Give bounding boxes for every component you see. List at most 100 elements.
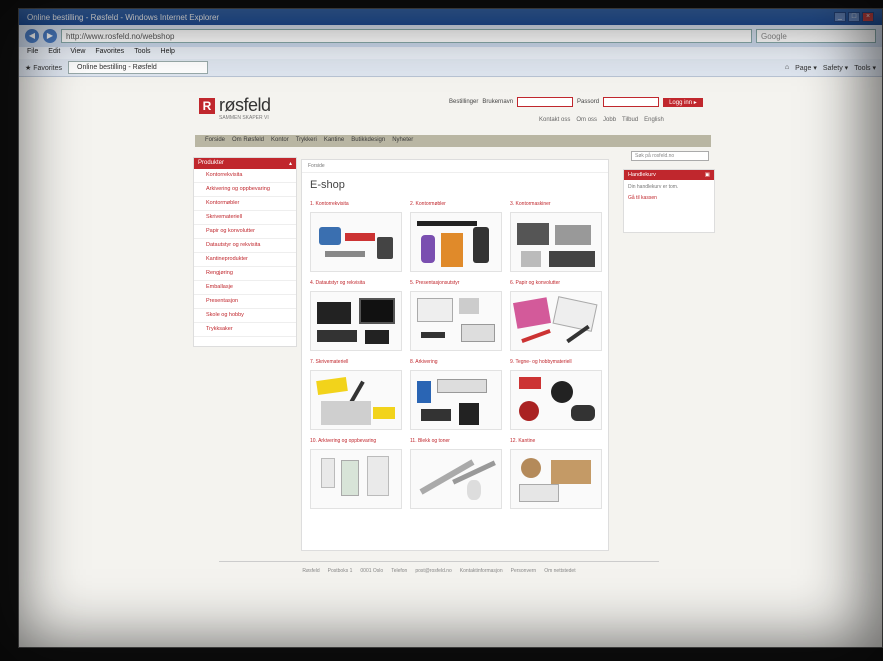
browser-tab[interactable]: Online bestilling - Røsfeld <box>68 61 209 74</box>
sidebar-item[interactable]: Papir og konvolutter <box>194 225 296 239</box>
sidebar-item[interactable]: Kontorrekvisita <box>194 169 296 183</box>
category-tile[interactable]: 5. Presentasjonsutstyr <box>410 280 502 351</box>
sidebar-item[interactable]: Skole og hobby <box>194 309 296 323</box>
toplink-contact[interactable]: Kontakt oss <box>539 117 570 123</box>
category-label[interactable]: 2. Kontormøbler <box>410 201 502 210</box>
sidebar-title: Produkter <box>198 160 225 166</box>
toplink-jobs[interactable]: Jobb <box>603 117 616 123</box>
nav-item[interactable]: Om Røsfeld <box>232 137 264 145</box>
maximize-button[interactable]: □ <box>848 12 860 22</box>
tool-page[interactable]: Page ▾ <box>795 64 817 72</box>
category-label[interactable]: 5. Presentasjonsutstyr <box>410 280 502 289</box>
collapse-icon[interactable]: ▴ <box>289 160 292 167</box>
category-label[interactable]: 10. Arkivering og oppbevaring <box>310 438 402 447</box>
category-label[interactable]: 1. Kontorrekvisita <box>310 201 402 210</box>
nav-item[interactable]: Kontor <box>271 137 289 145</box>
category-image[interactable] <box>310 449 402 509</box>
category-tile[interactable]: 11. Blekk og toner <box>410 438 502 509</box>
favorites-button[interactable]: ★ Favorites <box>25 64 62 72</box>
category-label[interactable]: 3. Kontormaskiner <box>510 201 602 210</box>
footer-link[interactable]: post@rosfeld.no <box>415 568 451 574</box>
menu-view[interactable]: View <box>70 48 85 58</box>
category-label[interactable]: 12. Kantine <box>510 438 602 447</box>
sidebar-item[interactable]: Kantineprodukter <box>194 253 296 267</box>
menu-file[interactable]: File <box>27 48 38 58</box>
footer-item: 0001 Oslo <box>360 568 384 574</box>
breadcrumb[interactable]: Forside <box>302 160 608 173</box>
footer-link[interactable]: Personvern <box>511 568 537 574</box>
forward-icon[interactable]: ▶ <box>43 29 57 43</box>
category-tile[interactable]: 10. Arkivering og oppbevaring <box>310 438 402 509</box>
category-label[interactable]: 4. Datautstyr og rekvisita <box>310 280 402 289</box>
nav-item[interactable]: Butikkdesign <box>351 137 385 145</box>
category-image[interactable] <box>410 370 502 430</box>
product-sidebar: Produkter ▴ Kontorrekvisita Arkivering o… <box>193 157 297 347</box>
sidebar-item[interactable]: Skrivemateriell <box>194 211 296 225</box>
home-icon[interactable]: ⌂ <box>785 64 789 72</box>
footer-link[interactable]: Om nettstedet <box>544 568 575 574</box>
nav-item[interactable]: Kantine <box>324 137 344 145</box>
username-input[interactable] <box>517 97 574 107</box>
cart-header[interactable]: Handlekurv ▣ <box>624 170 714 180</box>
menu-help[interactable]: Help <box>161 48 175 58</box>
site-logo[interactable]: R røsfeld <box>199 95 271 116</box>
minimize-button[interactable]: _ <box>834 12 846 22</box>
nav-item[interactable]: Trykkeri <box>296 137 317 145</box>
category-tile[interactable]: 1. Kontorrekvisita <box>310 201 402 272</box>
category-label[interactable]: 8. Arkivering <box>410 359 502 368</box>
category-image[interactable] <box>510 291 602 351</box>
category-image[interactable] <box>410 291 502 351</box>
close-button[interactable]: × <box>862 12 874 22</box>
category-tile[interactable]: 7. Skrivemateriell <box>310 359 402 430</box>
category-image[interactable] <box>510 449 602 509</box>
category-label[interactable]: 9. Tegne- og hobbymateriell <box>510 359 602 368</box>
tool-tools[interactable]: Tools ▾ <box>854 64 876 72</box>
nav-item[interactable]: Forside <box>205 137 225 145</box>
menu-edit[interactable]: Edit <box>48 48 60 58</box>
logo-text: røsfeld <box>219 95 271 115</box>
toplink-about[interactable]: Om oss <box>576 117 597 123</box>
toplink-english[interactable]: English <box>644 117 664 123</box>
category-image[interactable] <box>510 212 602 272</box>
menu-tools[interactable]: Tools <box>134 48 150 58</box>
sidebar-item[interactable]: Presentasjon <box>194 295 296 309</box>
category-image[interactable] <box>310 212 402 272</box>
browser-search-input[interactable]: Google <box>756 29 876 43</box>
password-input[interactable] <box>603 97 660 107</box>
sidebar-item[interactable]: Rengjøring <box>194 267 296 281</box>
category-tile[interactable]: 3. Kontormaskiner <box>510 201 602 272</box>
sidebar-item[interactable]: Kontormøbler <box>194 197 296 211</box>
category-label[interactable]: 7. Skrivemateriell <box>310 359 402 368</box>
sidebar-item[interactable]: Emballasje <box>194 281 296 295</box>
category-tile[interactable]: 8. Arkivering <box>410 359 502 430</box>
sidebar-item[interactable]: Arkivering og oppbevaring <box>194 183 296 197</box>
site-search-input[interactable]: Søk på rosfeld.no <box>631 151 709 161</box>
category-tile[interactable]: 6. Papir og konvolutter <box>510 280 602 351</box>
login-button[interactable]: Logg inn ▸ <box>663 97 703 107</box>
sidebar-header[interactable]: Produkter ▴ <box>194 158 296 169</box>
footer-link[interactable]: Kontaktinformasjon <box>460 568 503 574</box>
site-footer: Røsfeld Postboks 1 0001 Oslo Telefon pos… <box>219 561 659 574</box>
checkout-link[interactable]: Gå til kassen <box>624 195 714 201</box>
menu-favorites[interactable]: Favorites <box>95 48 124 58</box>
sidebar-item[interactable]: Trykksaker <box>194 323 296 337</box>
category-tile[interactable]: 9. Tegne- og hobbymateriell <box>510 359 602 430</box>
sidebar-item[interactable]: Datautstyr og rekvisita <box>194 239 296 253</box>
category-tile[interactable]: 4. Datautstyr og rekvisita <box>310 280 402 351</box>
category-image[interactable] <box>310 291 402 351</box>
category-label[interactable]: 6. Papir og konvolutter <box>510 280 602 289</box>
page-title: E-shop <box>310 179 345 191</box>
category-tile[interactable]: 12. Kantine <box>510 438 602 509</box>
address-input[interactable]: http://www.rosfeld.no/webshop <box>61 29 752 43</box>
nav-item[interactable]: Nyheter <box>392 137 413 145</box>
category-image[interactable] <box>310 370 402 430</box>
category-label[interactable]: 11. Blekk og toner <box>410 438 502 447</box>
category-image[interactable] <box>510 370 602 430</box>
back-icon[interactable]: ◀ <box>25 29 39 43</box>
category-tile[interactable]: 2. Kontormøbler <box>410 201 502 272</box>
footer-item: Telefon <box>391 568 408 574</box>
toplink-offers[interactable]: Tilbud <box>622 117 638 123</box>
category-image[interactable] <box>410 212 502 272</box>
tool-safety[interactable]: Safety ▾ <box>823 64 848 72</box>
category-image[interactable] <box>410 449 502 509</box>
